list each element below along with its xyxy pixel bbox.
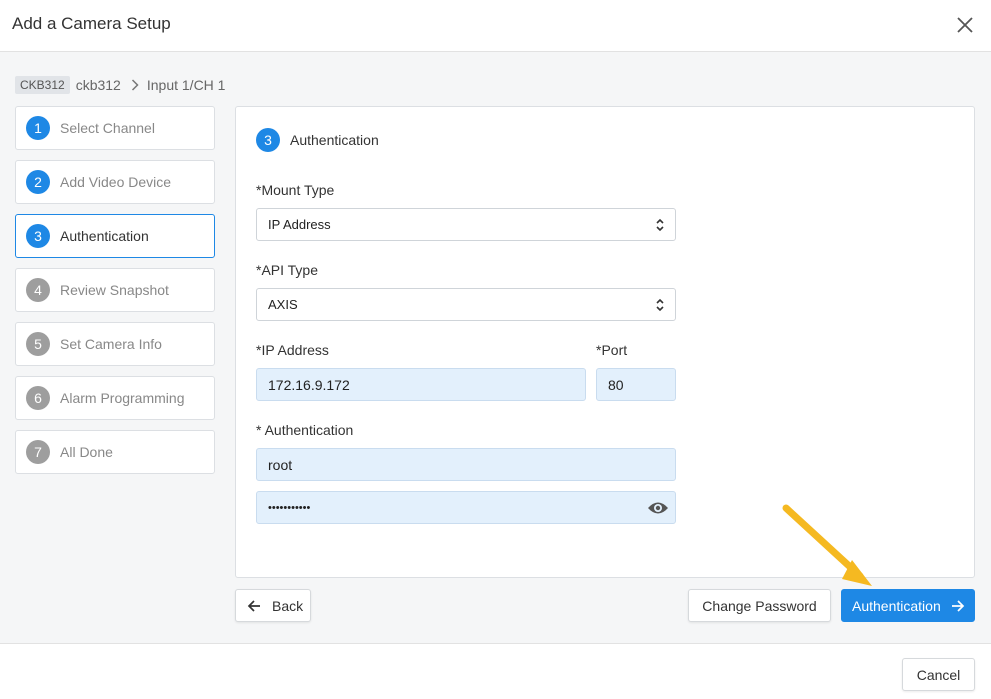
ip-address-input[interactable]: 172.16.9.172 <box>256 368 586 401</box>
step-authentication[interactable]: 3 Authentication <box>15 214 215 258</box>
step-number: 7 <box>26 440 50 464</box>
port-label: *Port <box>596 342 628 358</box>
cancel-button[interactable]: Cancel <box>902 658 975 691</box>
step-label: Select Channel <box>60 120 155 136</box>
port-input[interactable]: 80 <box>596 368 676 401</box>
step-label: Review Snapshot <box>60 282 169 298</box>
select-arrows-icon <box>655 297 665 316</box>
authentication-panel: 3 Authentication *Mount Type IP Address … <box>235 106 975 578</box>
back-label: Back <box>272 597 304 614</box>
dialog-title: Add a Camera Setup <box>12 14 171 33</box>
api-type-select[interactable]: AXIS <box>256 288 676 321</box>
password-input[interactable]: ••••••••••• <box>256 491 676 524</box>
breadcrumb-input: Input 1/CH 1 <box>146 77 226 93</box>
panel-title: Authentication <box>290 132 379 148</box>
steps-list: 1 Select Channel 2 Add Video Device 3 Au… <box>15 106 215 484</box>
api-type-value: AXIS <box>268 297 298 312</box>
step-label: Set Camera Info <box>60 336 162 352</box>
panel-header: 3 Authentication <box>256 128 379 152</box>
authenticate-label: Authentication <box>852 597 941 614</box>
step-label: Authentication <box>60 228 149 244</box>
panel-step-number: 3 <box>256 128 280 152</box>
api-type-label: *API Type <box>256 262 319 278</box>
breadcrumb-device: ckb312 <box>75 77 121 93</box>
step-add-video-device[interactable]: 2 Add Video Device <box>15 160 215 204</box>
step-number: 6 <box>26 386 50 410</box>
step-review-snapshot[interactable]: 4 Review Snapshot <box>15 268 215 312</box>
dialog-footer: Cancel <box>0 643 991 699</box>
authentication-label: * Authentication <box>256 422 354 438</box>
step-label: Alarm Programming <box>60 390 185 406</box>
step-number: 2 <box>26 170 50 194</box>
authenticate-button[interactable]: Authentication <box>841 589 975 622</box>
back-button[interactable]: Back <box>235 589 311 622</box>
step-number: 1 <box>26 116 50 140</box>
ip-address-label: *IP Address <box>256 342 329 358</box>
username-input[interactable]: root <box>256 448 676 481</box>
eye-icon[interactable] <box>647 500 669 519</box>
password-value: ••••••••••• <box>268 501 311 514</box>
mount-type-label: *Mount Type <box>256 182 335 198</box>
dialog-content: CKB312 ckb312 Input 1/CH 1 1 Select Chan… <box>0 52 991 643</box>
step-label: All Done <box>60 444 113 460</box>
close-icon[interactable] <box>953 13 977 37</box>
step-number: 3 <box>26 224 50 248</box>
step-number: 4 <box>26 278 50 302</box>
mount-type-value: IP Address <box>268 217 331 232</box>
chevron-right-icon <box>131 79 139 91</box>
device-chip: CKB312 <box>15 76 70 94</box>
arrow-left-icon <box>247 599 261 613</box>
step-all-done[interactable]: 7 All Done <box>15 430 215 474</box>
change-password-button[interactable]: Change Password <box>688 589 831 622</box>
step-alarm-programming[interactable]: 6 Alarm Programming <box>15 376 215 420</box>
dialog-header: Add a Camera Setup <box>0 0 991 52</box>
arrow-right-icon <box>951 599 965 613</box>
select-arrows-icon <box>655 217 665 236</box>
mount-type-select[interactable]: IP Address <box>256 208 676 241</box>
breadcrumb: CKB312 ckb312 Input 1/CH 1 <box>15 76 225 94</box>
step-label: Add Video Device <box>60 174 172 190</box>
step-select-channel[interactable]: 1 Select Channel <box>15 106 215 150</box>
step-set-camera-info[interactable]: 5 Set Camera Info <box>15 322 215 366</box>
step-number: 5 <box>26 332 50 356</box>
